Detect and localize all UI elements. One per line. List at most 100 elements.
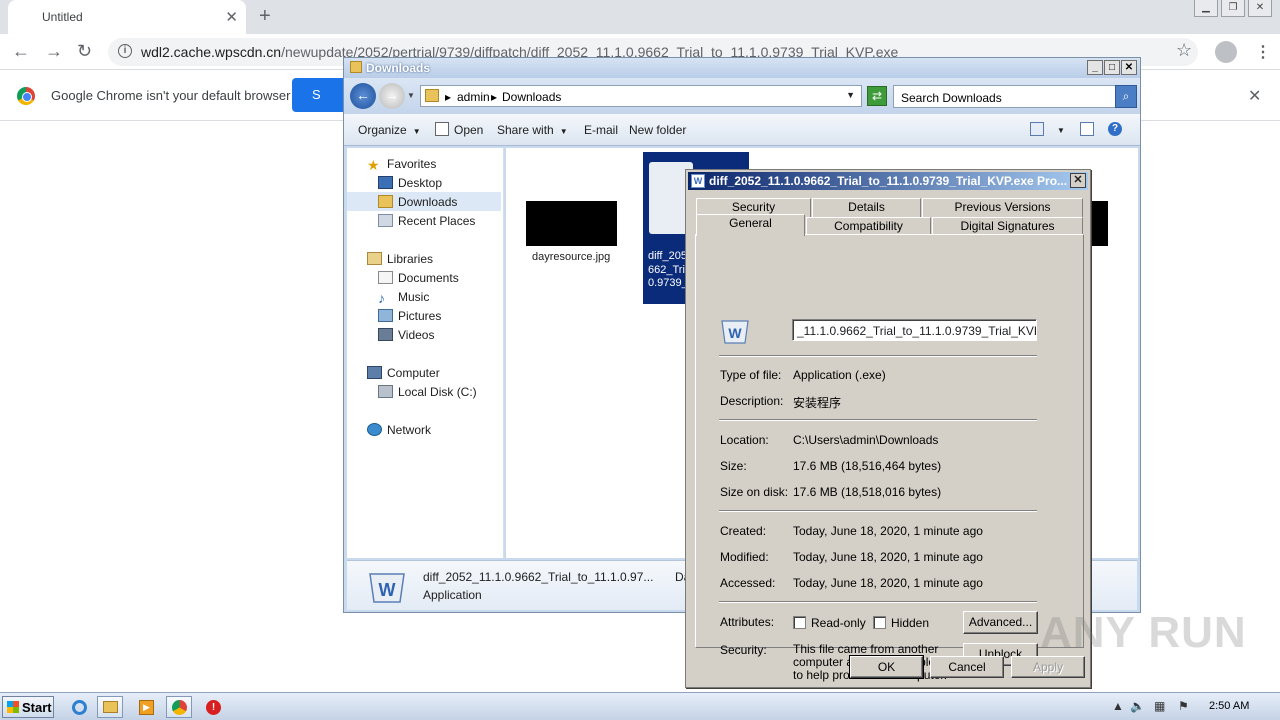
explorer-title: Downloads	[366, 61, 431, 75]
hidden-label[interactable]: Hidden	[891, 616, 929, 630]
nav-pictures[interactable]: Pictures	[378, 309, 441, 327]
explorer-address-field[interactable]: ▸ admin ▸ Downloads ▼	[420, 85, 862, 107]
nav-downloads[interactable]: Downloads	[347, 192, 501, 211]
change-view-icon[interactable]	[1030, 122, 1044, 136]
cancel-button[interactable]: Cancel	[930, 656, 1004, 678]
apply-button[interactable]: Apply	[1011, 656, 1085, 678]
nav-computer-label: Computer	[387, 366, 440, 380]
tab-close-icon[interactable]: ✕	[225, 8, 238, 26]
minimize-icon[interactable]: _	[1087, 60, 1103, 75]
chrome-taskbar-icon[interactable]	[166, 696, 192, 718]
refresh-icon[interactable]: ⇄	[867, 86, 887, 106]
set-default-label: S	[312, 87, 321, 102]
site-info-icon[interactable]: i	[118, 44, 132, 58]
breadcrumb-downloads[interactable]: Downloads	[502, 90, 561, 104]
description-value: 安装程序	[793, 396, 842, 410]
close-icon[interactable]: ✕	[1121, 60, 1137, 75]
star-icon: ★	[367, 157, 380, 173]
accessed-value: Today, June 18, 2020, 1 minute ago	[793, 576, 983, 590]
recent-places-icon	[378, 214, 393, 227]
close-icon[interactable]: ✕	[1248, 0, 1272, 17]
breadcrumb-separator-icon[interactable]: ▸	[445, 90, 451, 104]
new-folder-button[interactable]: New folder	[629, 123, 686, 137]
stop-icon[interactable]: !	[200, 696, 226, 718]
reload-icon[interactable]: ↻	[77, 41, 92, 62]
file-name-dayresource[interactable]: dayresource.jpg	[532, 251, 610, 263]
windows-logo-icon	[7, 701, 19, 713]
nav-documents[interactable]: Documents	[378, 271, 459, 289]
tab-details[interactable]: Details	[812, 198, 921, 217]
nav-network[interactable]: Network	[367, 423, 431, 441]
action-center-flag-icon[interactable]: ⚑	[1178, 699, 1189, 713]
internet-explorer-icon[interactable]	[66, 696, 92, 718]
tray-expand-icon[interactable]: ▲	[1112, 699, 1124, 713]
clock[interactable]: 2:50 AM	[1209, 700, 1249, 712]
browser-tab[interactable]: Untitled ✕	[8, 0, 246, 34]
help-icon[interactable]: ?	[1108, 122, 1122, 136]
nav-music[interactable]: ♪ Music	[378, 290, 429, 308]
wps-app-icon: W	[369, 573, 405, 603]
url-host: wdl2.cache.wpscdn.cn	[141, 44, 282, 60]
profile-avatar-icon[interactable]	[1215, 41, 1237, 63]
forward-arrow-icon[interactable]: →	[45, 41, 63, 62]
explorer-window-controls: _ □ ✕	[1087, 60, 1137, 75]
network-tray-icon[interactable]: ▦	[1154, 699, 1165, 713]
read-only-checkbox[interactable]	[793, 616, 806, 629]
open-button[interactable]: Open	[454, 123, 483, 137]
hidden-checkbox[interactable]	[873, 616, 886, 629]
nav-recent-places[interactable]: Recent Places	[378, 214, 475, 232]
minimize-icon[interactable]: ▁	[1194, 0, 1218, 17]
close-icon[interactable]: ✕	[1070, 173, 1086, 188]
tab-general[interactable]: General	[696, 214, 805, 236]
downloads-folder-icon	[378, 195, 393, 208]
separator	[719, 510, 1037, 512]
start-label: Start	[22, 700, 52, 715]
image-thumbnail[interactable]	[1091, 201, 1108, 246]
nav-videos-label: Videos	[398, 328, 435, 342]
read-only-label[interactable]: Read-only	[811, 616, 866, 630]
size-value: 17.6 MB (18,516,464 bytes)	[793, 459, 942, 473]
nav-local-disk[interactable]: Local Disk (C:)	[378, 385, 477, 403]
share-with-label: Share with	[497, 123, 554, 137]
explorer-title-bar[interactable]: Downloads _ □ ✕	[344, 58, 1140, 78]
advanced-button[interactable]: Advanced...	[963, 611, 1038, 634]
view-dropdown-icon[interactable]: ▼	[1057, 126, 1065, 135]
computer-icon	[367, 366, 382, 379]
ok-button[interactable]: OK	[849, 655, 924, 679]
accessed-label: Accessed:	[720, 576, 776, 590]
bookmark-star-icon[interactable]: ☆	[1176, 40, 1192, 61]
maximize-icon[interactable]: □	[1104, 60, 1120, 75]
email-button[interactable]: E-mail	[584, 123, 618, 137]
nav-libraries[interactable]: Libraries	[367, 252, 433, 270]
breadcrumb-admin[interactable]: admin	[457, 90, 490, 104]
chevron-down-icon[interactable]: ▼	[846, 90, 855, 100]
image-thumbnail[interactable]	[526, 201, 617, 246]
chrome-menu-icon[interactable]: ⋮	[1255, 42, 1271, 62]
nav-favorites[interactable]: ★ Favorites	[367, 157, 436, 175]
media-player-icon[interactable]: ▶	[133, 696, 159, 718]
new-tab-icon[interactable]: +	[259, 5, 271, 28]
breadcrumb-separator-icon[interactable]: ▸	[491, 90, 497, 104]
preview-pane-icon[interactable]	[1080, 122, 1094, 136]
start-button[interactable]: Start	[2, 696, 54, 718]
share-with-button[interactable]: Share with ▼	[497, 123, 568, 137]
back-arrow-icon[interactable]: ←	[12, 41, 30, 62]
tab-previous-versions[interactable]: Previous Versions	[922, 198, 1083, 217]
nav-desktop-label: Desktop	[398, 176, 443, 190]
search-input[interactable]: Search Downloads ⌕	[893, 85, 1137, 108]
back-arrow-icon[interactable]: ←	[350, 83, 376, 109]
explorer-taskbar-icon[interactable]	[97, 696, 123, 718]
properties-title-bar[interactable]: W diff_2052_11.1.0.9662_Trial_to_11.1.0.…	[688, 172, 1088, 190]
history-dropdown-icon[interactable]: ▼	[407, 91, 415, 100]
organize-button[interactable]: Organize ▼	[358, 123, 421, 137]
restore-icon[interactable]: ❐	[1221, 0, 1245, 17]
nav-computer[interactable]: Computer	[367, 366, 440, 384]
volume-icon[interactable]: 🔈	[1130, 699, 1145, 713]
nav-videos[interactable]: Videos	[378, 328, 434, 346]
forward-arrow-icon[interactable]: →	[379, 83, 405, 109]
chrome-logo-icon	[17, 87, 35, 105]
file-name-field[interactable]: _11.1.0.9662_Trial_to_11.1.0.9739_Trial_…	[792, 319, 1037, 341]
organize-label: Organize	[358, 123, 407, 137]
search-icon[interactable]: ⌕	[1115, 85, 1137, 108]
infobar-close-icon[interactable]: ✕	[1248, 86, 1261, 106]
